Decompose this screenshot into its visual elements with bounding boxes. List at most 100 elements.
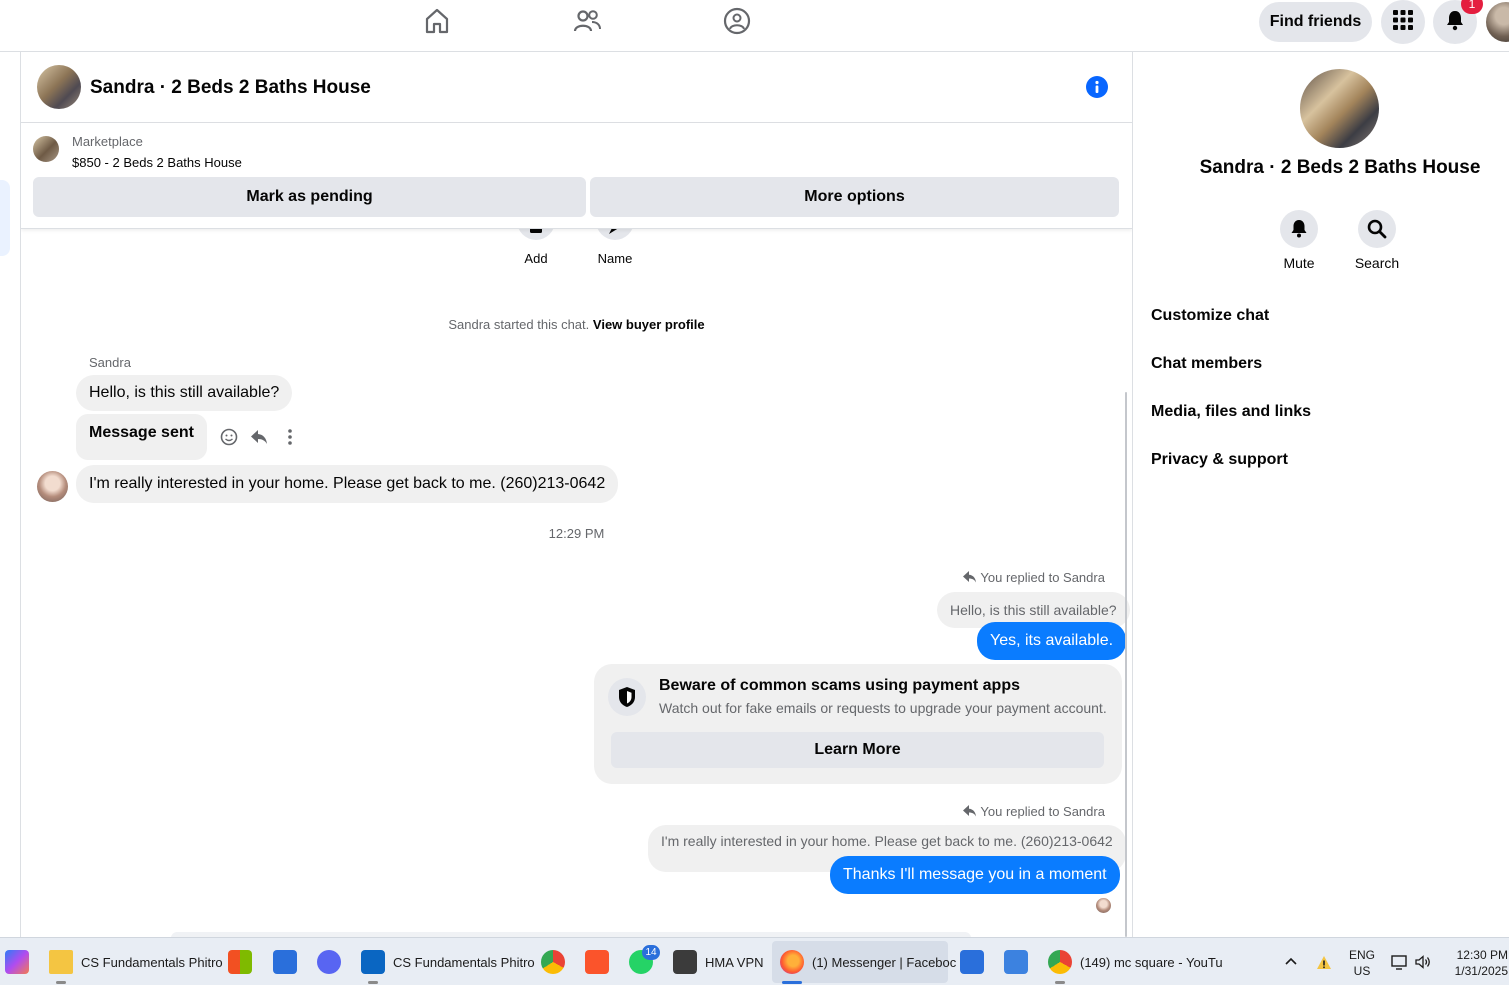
- conversation-details-panel: Sandra · 2 Beds 2 Baths House Mute Searc…: [1132, 52, 1509, 937]
- customize-chat-item[interactable]: Customize chat: [1151, 307, 1269, 325]
- taskbar-app-label[interactable]: (149) mc square - YouTu: [1080, 955, 1223, 970]
- clock-time: 12:30 PM: [1456, 948, 1508, 962]
- read-receipt-avatar: [1096, 898, 1111, 913]
- active-indicator: [368, 981, 378, 984]
- profile-avatar[interactable]: [1486, 2, 1509, 42]
- scam-warning-title: Beware of common scams using payment app…: [659, 677, 1020, 694]
- add-action-label: Add: [524, 251, 548, 266]
- firefox-icon[interactable]: [780, 950, 804, 974]
- mute-label: Mute: [1283, 255, 1315, 271]
- chrome-profile-icon[interactable]: [1048, 950, 1072, 974]
- notification-count: 1: [1468, 0, 1476, 11]
- bell-icon: [1444, 9, 1466, 36]
- notes-app-icon[interactable]: [273, 950, 297, 974]
- active-indicator: [1055, 981, 1065, 984]
- sidebar-active-marker: [0, 180, 10, 256]
- chrome-icon[interactable]: [541, 950, 565, 974]
- vpn-icon[interactable]: [673, 950, 697, 974]
- active-indicator: [782, 981, 802, 984]
- scam-warning-card: Beware of common scams using payment app…: [594, 664, 1122, 784]
- reply-arrow-icon: [963, 805, 977, 817]
- details-title: Sandra · 2 Beds 2 Baths House: [1199, 157, 1481, 178]
- network-warning-icon[interactable]: [1315, 953, 1333, 971]
- notification-badge: 1: [1461, 0, 1483, 14]
- region-label: US: [1353, 964, 1371, 978]
- more-options-button[interactable]: More options: [590, 177, 1119, 217]
- shield-icon: [608, 678, 646, 716]
- privacy-support-item[interactable]: Privacy & support: [1151, 451, 1288, 469]
- friends-icon[interactable]: [572, 6, 602, 36]
- reply-arrow-icon: [963, 571, 977, 583]
- outgoing-message[interactable]: Thanks I'll message you in a moment: [830, 856, 1120, 894]
- listing-item[interactable]: $850 - 2 Beds 2 Baths House: [72, 155, 242, 170]
- info-button[interactable]: [1086, 76, 1108, 98]
- reply-indicator: You replied to Sandra: [963, 570, 1105, 585]
- chat-title[interactable]: Sandra · 2 Beds 2 Baths House: [90, 77, 371, 99]
- add-person-icon: [517, 227, 555, 244]
- taskbar-app-label[interactable]: CS Fundamentals Phitro: [393, 955, 535, 970]
- chat-avatar[interactable]: [37, 65, 81, 109]
- scam-warning-body: Watch out for fake emails or requests to…: [659, 700, 1107, 716]
- learn-more-label: Learn More: [814, 741, 901, 758]
- mark-as-pending-label: Mark as pending: [246, 188, 373, 205]
- learn-more-button[interactable]: Learn More: [611, 732, 1104, 768]
- mark-as-pending-button[interactable]: Mark as pending: [33, 177, 586, 217]
- listing-thumbnail[interactable]: [33, 136, 59, 162]
- whatsapp-badge-count: 14: [645, 947, 657, 958]
- chat-members-item[interactable]: Chat members: [1151, 355, 1262, 373]
- store-icon[interactable]: [228, 950, 252, 974]
- vscode-icon[interactable]: [361, 950, 385, 974]
- active-indicator: [56, 981, 66, 984]
- search-label: Search: [1354, 255, 1400, 271]
- display-icon[interactable]: [1390, 953, 1408, 971]
- brave-icon[interactable]: [585, 950, 609, 974]
- taskbar-app-label[interactable]: HMA VPN: [705, 955, 764, 970]
- copilot-icon[interactable]: [5, 950, 29, 974]
- mute-button[interactable]: [1280, 210, 1318, 248]
- clock[interactable]: 12:30 PM 1/31/2025: [1440, 947, 1508, 979]
- incoming-message[interactable]: I'm really interested in your home. Plea…: [76, 465, 619, 503]
- incoming-message[interactable]: Hello, is this still available?: [76, 375, 293, 411]
- find-friends-button[interactable]: Find friends: [1259, 2, 1372, 42]
- chevron-up-icon[interactable]: [1283, 954, 1299, 970]
- pencil-icon: [596, 223, 634, 244]
- whatsapp-badge: 14: [642, 945, 660, 960]
- app-x-icon[interactable]: [960, 950, 984, 974]
- notepad-icon[interactable]: [1004, 950, 1028, 974]
- taskbar-app-label[interactable]: CS Fundamentals Phitro: [81, 955, 223, 970]
- listing-source: Marketplace: [72, 134, 143, 149]
- search-button[interactable]: [1358, 210, 1396, 248]
- windows-taskbar: CS Fundamentals Phitro CS Fundamentals P…: [0, 937, 1509, 985]
- search-icon: [1358, 219, 1396, 252]
- media-files-links-item[interactable]: Media, files and links: [1151, 403, 1311, 421]
- outgoing-message[interactable]: Yes, its available.: [977, 622, 1127, 660]
- reply-indicator: You replied to Sandra: [963, 804, 1105, 819]
- discord-icon[interactable]: [317, 950, 341, 974]
- view-buyer-profile-link[interactable]: View buyer profile: [593, 317, 705, 332]
- marketplace-listing-banner: Marketplace $850 - 2 Beds 2 Baths House …: [21, 123, 1132, 229]
- menu-grid-icon: [1392, 9, 1414, 36]
- volume-icon[interactable]: [1414, 953, 1432, 971]
- taskbar-app-label[interactable]: (1) Messenger | Faceboc: [812, 955, 956, 970]
- reply-icon[interactable]: [249, 427, 269, 447]
- name-action-label: Name: [597, 251, 633, 266]
- chat-started-text: Sandra started this chat.: [448, 317, 590, 332]
- language-indicator[interactable]: ENG US: [1346, 947, 1378, 979]
- home-icon[interactable]: [422, 6, 452, 36]
- more-options-label: More options: [804, 188, 905, 205]
- groups-icon[interactable]: [722, 6, 752, 36]
- find-friends-label: Find friends: [1269, 13, 1362, 30]
- chat-header: Sandra · 2 Beds 2 Baths House: [21, 52, 1132, 123]
- chat-started-notice: Sandra started this chat. View buyer pro…: [21, 317, 1132, 332]
- folder-icon[interactable]: [49, 950, 73, 974]
- react-icon[interactable]: [219, 427, 239, 447]
- reply-indicator-label: You replied to Sandra: [980, 570, 1105, 585]
- details-avatar[interactable]: [1300, 69, 1379, 148]
- menu-button[interactable]: [1381, 0, 1425, 44]
- info-icon: [1086, 80, 1108, 102]
- sender-avatar[interactable]: [37, 471, 68, 502]
- chat-scrollbar[interactable]: [1125, 392, 1127, 937]
- incoming-message[interactable]: Message sent: [76, 414, 207, 460]
- chat-panel: Sandra · 2 Beds 2 Baths House Marketplac…: [21, 52, 1132, 937]
- more-actions-icon[interactable]: [280, 427, 300, 447]
